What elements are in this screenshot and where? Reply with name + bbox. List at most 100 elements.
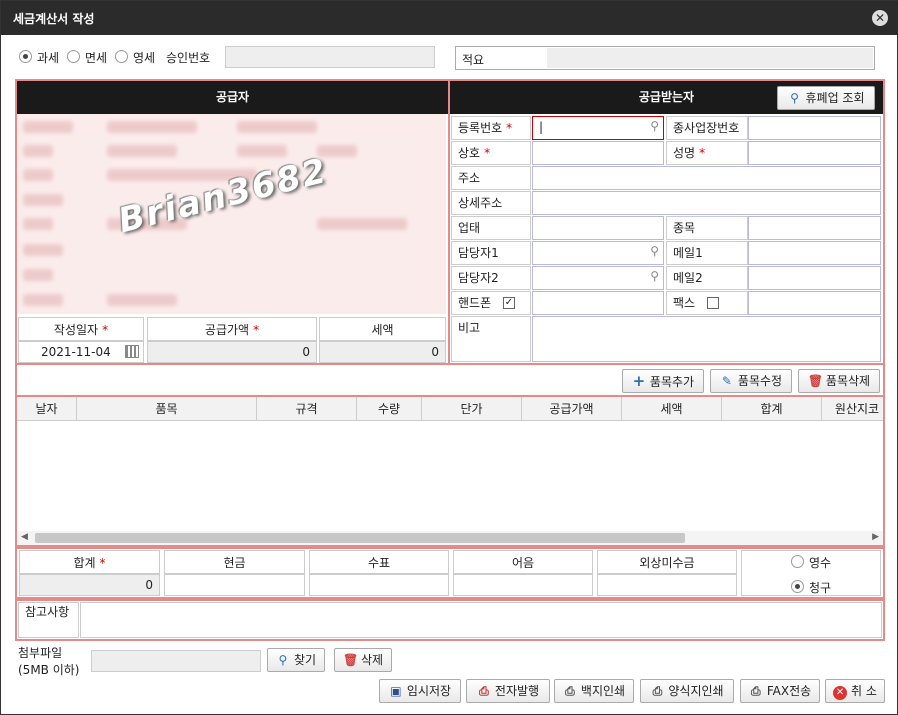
- scrollbar-thumb[interactable]: [35, 533, 685, 543]
- delete-item-button[interactable]: 🗑 품목삭제: [798, 369, 880, 393]
- col-unit-price[interactable]: 단가: [422, 397, 522, 420]
- name-label: 성명: [673, 146, 696, 160]
- search-icon[interactable]: ⚲: [650, 119, 659, 133]
- company-label-cell: 상호 *: [451, 141, 531, 165]
- col-item[interactable]: 품목: [77, 397, 257, 420]
- edit-icon: ✎: [721, 374, 732, 388]
- required-mark: *: [253, 323, 260, 337]
- remarks-label-cell: 참고사항: [18, 602, 79, 638]
- cancel-icon: ✕: [833, 686, 848, 700]
- edit-item-button[interactable]: ✎ 품목수정: [710, 369, 792, 393]
- mobile-input[interactable]: [532, 291, 664, 315]
- business-type-input[interactable]: [532, 216, 664, 240]
- col-origin[interactable]: 원산지코: [822, 397, 883, 420]
- contact2-input[interactable]: ⚲: [532, 266, 664, 290]
- find-file-button[interactable]: ⚲ 찾기: [267, 648, 325, 672]
- detail-address-input[interactable]: [532, 191, 881, 215]
- scroll-right-icon[interactable]: ▶: [872, 532, 879, 542]
- blank-print-label: 백지인쇄: [580, 684, 626, 698]
- search-icon[interactable]: ⚲: [650, 269, 659, 283]
- cash-input[interactable]: [164, 574, 305, 596]
- printer-icon: ⎙: [751, 684, 761, 698]
- e-issue-button[interactable]: ⎙ 전자발행: [466, 679, 550, 703]
- search-icon[interactable]: ⚲: [650, 244, 659, 258]
- radio-zero-rated[interactable]: [115, 50, 128, 63]
- add-item-button[interactable]: + 품목추가: [622, 369, 704, 393]
- search-icon: ⚲: [278, 653, 288, 667]
- note-label-cell: 비고: [451, 316, 531, 362]
- cash-label-cell: 현금: [164, 550, 305, 574]
- col-supply[interactable]: 공급가액: [522, 397, 622, 420]
- horizontal-scrollbar[interactable]: ◀ ▶: [17, 531, 883, 545]
- printer-icon: ⎙: [652, 684, 663, 698]
- address-input[interactable]: [532, 166, 881, 190]
- branch-input[interactable]: [748, 116, 881, 140]
- label-receipt: 영수: [809, 556, 832, 570]
- email1-input[interactable]: [748, 241, 881, 265]
- trash-icon: 🗑: [342, 653, 359, 667]
- tax-label-cell: 세액: [319, 317, 446, 341]
- fax-checkbox[interactable]: [707, 297, 719, 309]
- fax-send-button[interactable]: ⎙ FAX전송: [740, 679, 820, 703]
- address-label-cell: 주소: [451, 166, 531, 190]
- plus-icon: +: [632, 372, 646, 390]
- bill-input[interactable]: [453, 574, 593, 596]
- business-item-label-cell: 종목: [666, 216, 748, 240]
- mobile-label: 핸드폰: [458, 296, 492, 310]
- label-taxable: 과세: [37, 51, 60, 65]
- col-qty[interactable]: 수량: [357, 397, 422, 420]
- date-field[interactable]: 2021-11-04: [18, 341, 144, 363]
- scroll-left-icon[interactable]: ◀: [21, 532, 28, 542]
- mobile-label-cell: 핸드폰: [451, 291, 531, 315]
- radio-claim[interactable]: [791, 580, 804, 593]
- temp-save-button[interactable]: ▣ 임시저장: [379, 679, 461, 703]
- label-zero-rated: 영세: [133, 51, 156, 65]
- col-spec[interactable]: 규격: [257, 397, 357, 420]
- closure-lookup-label: 휴폐업 조회: [805, 91, 865, 105]
- reg-no-input[interactable]: | ⚲: [532, 116, 664, 140]
- tax-amount-field: 0: [319, 341, 446, 363]
- blank-print-button[interactable]: ⎙ 백지인쇄: [554, 679, 634, 703]
- date-label-cell: 작성일자 *: [18, 317, 144, 341]
- close-icon[interactable]: ✕: [872, 10, 888, 26]
- company-input[interactable]: [532, 141, 664, 165]
- required-mark: *: [102, 323, 109, 337]
- printer-icon: ⎙: [479, 684, 489, 698]
- delete-file-button[interactable]: 🗑 삭제: [334, 648, 392, 672]
- email2-input[interactable]: [748, 266, 881, 290]
- radio-receipt[interactable]: [791, 555, 804, 568]
- supply-amount-field: 0: [147, 341, 317, 363]
- check-input[interactable]: [309, 574, 449, 596]
- cancel-button[interactable]: ✕ 취 소: [825, 679, 885, 703]
- calendar-icon[interactable]: [125, 345, 139, 358]
- closure-lookup-button[interactable]: ⚲ 휴폐업 조회: [777, 86, 875, 110]
- name-input[interactable]: [748, 141, 881, 165]
- temp-save-label: 임시저장: [406, 684, 452, 698]
- name-label-cell: 성명 *: [666, 141, 748, 165]
- remarks-input[interactable]: [80, 602, 882, 638]
- note-input[interactable]: [532, 316, 881, 362]
- fax-input[interactable]: [748, 291, 881, 315]
- col-total[interactable]: 합계: [722, 397, 822, 420]
- mobile-checkbox[interactable]: ✓: [503, 297, 515, 309]
- col-tax[interactable]: 세액: [622, 397, 722, 420]
- credit-input[interactable]: [597, 574, 737, 596]
- form-print-button[interactable]: ⎙ 양식지인쇄: [640, 679, 734, 703]
- branch-label-cell: 종사업장번호: [666, 116, 748, 140]
- radio-exempt[interactable]: [67, 50, 80, 63]
- add-item-label: 품목추가: [649, 375, 695, 389]
- supplier-header: 공급자: [17, 81, 448, 114]
- business-item-input[interactable]: [748, 216, 881, 240]
- contact1-input[interactable]: ⚲: [532, 241, 664, 265]
- label-claim: 청구: [809, 581, 832, 595]
- find-file-label: 찾기: [293, 653, 317, 667]
- radio-taxable[interactable]: [19, 50, 32, 63]
- col-date[interactable]: 날자: [17, 397, 77, 420]
- required-mark: *: [506, 121, 513, 135]
- date-value: 2021-11-04: [41, 345, 111, 359]
- memo-field[interactable]: [547, 48, 873, 68]
- label-exempt: 면세: [85, 51, 108, 65]
- approval-number-label: 승인번호: [166, 51, 211, 65]
- required-mark: *: [699, 146, 706, 160]
- reg-no-label: 등록번호: [458, 121, 503, 135]
